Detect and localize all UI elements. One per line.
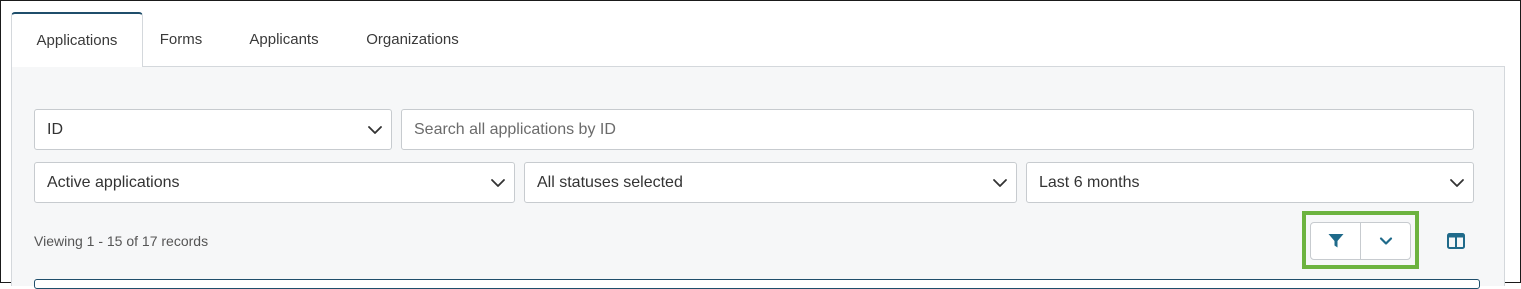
filter-options-toggle[interactable] (1360, 223, 1410, 259)
tab-bar: Applications Forms Applicants Organizati… (11, 12, 1507, 67)
status-select[interactable]: All statuses selected (524, 162, 1017, 203)
records-count: Viewing 1 - 15 of 17 records (34, 233, 209, 249)
tab-label: Applicants (249, 31, 319, 48)
tab-organizations[interactable]: Organizations (351, 12, 474, 67)
application-scope-select[interactable]: Active applications (34, 162, 515, 203)
columns-icon (1447, 233, 1465, 249)
filter-button[interactable] (1311, 223, 1360, 259)
status-value: All statuses selected (537, 173, 683, 191)
search-field-select[interactable]: ID (34, 109, 392, 150)
search-field-value: ID (47, 120, 63, 138)
date-range-value: Last 6 months (1039, 173, 1140, 191)
columns-button[interactable] (1445, 231, 1467, 251)
tab-applications[interactable]: Applications (11, 12, 143, 67)
tab-forms[interactable]: Forms (143, 12, 219, 67)
chevron-down-icon (1450, 178, 1464, 187)
tab-label: Organizations (366, 31, 459, 48)
tab-label: Forms (159, 31, 203, 48)
chevron-down-icon (993, 178, 1007, 187)
chevron-down-icon (1379, 237, 1392, 245)
filter-icon (1328, 234, 1343, 248)
search-input[interactable]: Search all applications by ID (401, 109, 1474, 150)
search-input-placeholder: Search all applications by ID (414, 120, 616, 138)
date-range-select[interactable]: Last 6 months (1026, 162, 1474, 203)
chevron-down-icon (491, 178, 505, 187)
tab-applicants[interactable]: Applicants (232, 12, 336, 67)
chevron-down-icon (368, 125, 382, 134)
tab-label: Applications (36, 32, 118, 49)
application-scope-value: Active applications (47, 173, 180, 191)
results-table (34, 279, 1480, 289)
filter-button-group (1310, 222, 1411, 260)
